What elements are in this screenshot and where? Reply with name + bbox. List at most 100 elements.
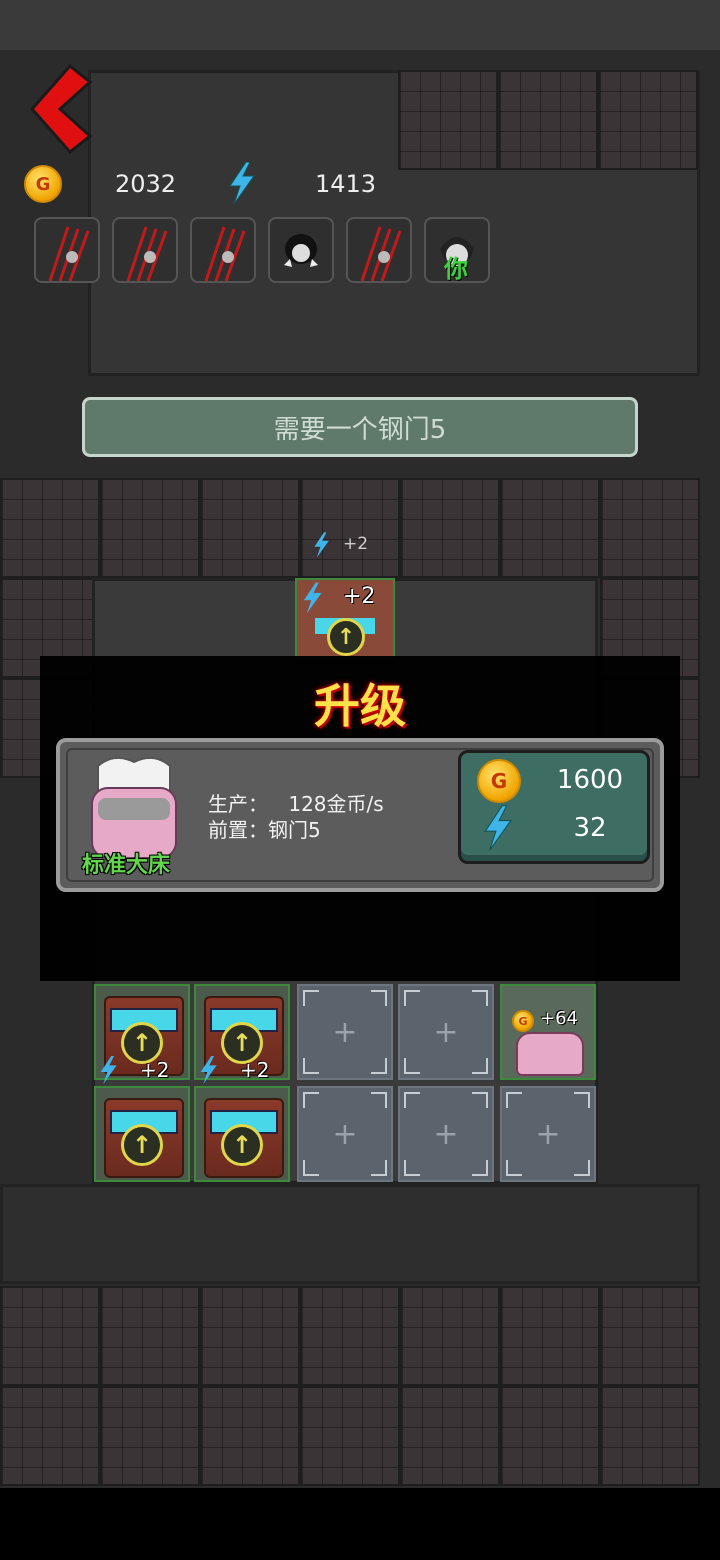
energy-bolt-icon [303, 582, 322, 614]
energy-bolt-icon [314, 532, 329, 558]
machine-cell[interactable]: ↑ +2 [94, 984, 190, 1084]
slot-corner [371, 1160, 387, 1176]
wall-tile [598, 70, 698, 170]
empty-slot[interactable]: + [297, 984, 393, 1080]
wall-tile [200, 1286, 300, 1386]
wall-tile [400, 478, 500, 578]
upgrade-card: 标准大床 生产： 128金币/s 前置：钢门5 G 1600 32 [56, 738, 664, 892]
energy-bolt-icon [484, 805, 512, 851]
claw-icon [204, 226, 246, 281]
gold-coin-icon: G [24, 165, 62, 203]
slot-corner [404, 990, 420, 1006]
wall-tile [300, 1386, 400, 1486]
slot-corner [574, 1092, 590, 1108]
claw-slot[interactable] [34, 217, 100, 283]
wall-tile [100, 1286, 200, 1386]
claw-slot[interactable] [190, 217, 256, 283]
status-bar [0, 0, 720, 50]
production-value: 128金币/s [288, 792, 384, 816]
energy-bolt-icon [229, 162, 255, 204]
slot-corner [472, 1058, 488, 1074]
claw-slot[interactable] [346, 217, 412, 283]
wall-tile [600, 1286, 700, 1386]
machine-cell[interactable]: ↑ [194, 1086, 290, 1182]
wall-tile [0, 1286, 100, 1386]
slot-corner [303, 990, 319, 1006]
claw-icon [360, 226, 402, 281]
door-bonus-small: +2 [343, 534, 369, 554]
slot-corner [404, 1092, 420, 1108]
prereq-row: 前置：钢门5 [208, 814, 321, 843]
wall-tile [100, 478, 200, 578]
back-arrow-icon[interactable] [28, 64, 98, 154]
gold-coin-icon: G [512, 1010, 534, 1032]
slot-corner [472, 1092, 488, 1108]
you-label: 你 [444, 255, 468, 283]
slot-corner [404, 1160, 420, 1176]
slot-corner [574, 1160, 590, 1176]
empty-slot[interactable]: + [500, 1086, 596, 1182]
door-tile-bonus: +2 [343, 584, 376, 609]
prereq-label: 前置： [208, 818, 268, 842]
wall-tile [398, 70, 498, 170]
wall-tile [600, 1386, 700, 1486]
machine-cell[interactable]: ↑ [94, 1086, 190, 1182]
slot-corner [371, 1058, 387, 1074]
wall-tile [400, 1386, 500, 1486]
wall-tile [600, 478, 700, 578]
wall-tile [500, 1386, 600, 1486]
slot-corner [303, 1160, 319, 1176]
wall-tile [498, 70, 598, 170]
wall-tile [200, 1386, 300, 1486]
bed-cell[interactable]: G +64 [500, 984, 596, 1080]
bed-icon [516, 1032, 584, 1076]
slot-corner [506, 1092, 522, 1108]
door-tile[interactable]: +2 ↑ [295, 578, 395, 658]
wall-tile [300, 1286, 400, 1386]
slot-corner [472, 990, 488, 1006]
upgrade-arrow-icon: ↑ [121, 1124, 163, 1166]
claw-icon [48, 226, 90, 281]
you-slot[interactable]: 你 [424, 217, 490, 283]
wall-tile [500, 1286, 600, 1386]
upgrade-dialog: 升级 标准大床 生产： 128金币/s 前置：钢门5 G 1600 32 [40, 656, 680, 981]
wall-tile [100, 1386, 200, 1486]
wall-tile [300, 478, 400, 578]
upgrade-arrow-icon: ↑ [327, 618, 365, 656]
item-name: 标准大床 [82, 853, 171, 878]
lower-corridor [0, 1184, 700, 1284]
dialog-title: 升级 [314, 679, 406, 733]
cost-gold: 1600 [556, 765, 624, 795]
nav-bar [0, 1488, 720, 1560]
wall-tile [0, 1386, 100, 1486]
requirement-banner[interactable]: 需要一个钢门5 [82, 397, 638, 457]
slot-corner [303, 1092, 319, 1108]
energy-bolt-icon [200, 1056, 217, 1084]
wall-tile [500, 478, 600, 578]
empty-slot[interactable]: + [398, 1086, 494, 1182]
machine-bonus: +2 [240, 1058, 270, 1082]
slot-corner [506, 1160, 522, 1176]
wall-tile [400, 1286, 500, 1386]
production-row: 生产： 128金币/s [208, 788, 384, 817]
slot-corner [303, 1058, 319, 1074]
slot-corner [472, 1160, 488, 1176]
energy-amount: 1413 [315, 170, 377, 198]
slot-corner [404, 1058, 420, 1074]
claw-icon [126, 226, 168, 281]
ghost-girl-slot[interactable] [268, 217, 334, 283]
machine-bonus: +2 [140, 1058, 170, 1082]
requirement-text: 需要一个钢门5 [273, 414, 447, 445]
gold-amount: 2032 [115, 170, 177, 198]
empty-slot[interactable]: + [297, 1086, 393, 1182]
upgrade-cost-button[interactable]: G 1600 32 [458, 750, 650, 864]
gold-coin-icon: G [477, 759, 521, 803]
empty-slot[interactable]: + [398, 984, 494, 1080]
claw-slot[interactable] [112, 217, 178, 283]
slot-corner [371, 990, 387, 1006]
slot-corner [371, 1092, 387, 1108]
bed-icon [91, 756, 177, 859]
machine-cell[interactable]: ↑ +2 [194, 984, 290, 1084]
ghost-girl-icon [284, 234, 318, 267]
upgrade-arrow-icon: ↑ [221, 1124, 263, 1166]
